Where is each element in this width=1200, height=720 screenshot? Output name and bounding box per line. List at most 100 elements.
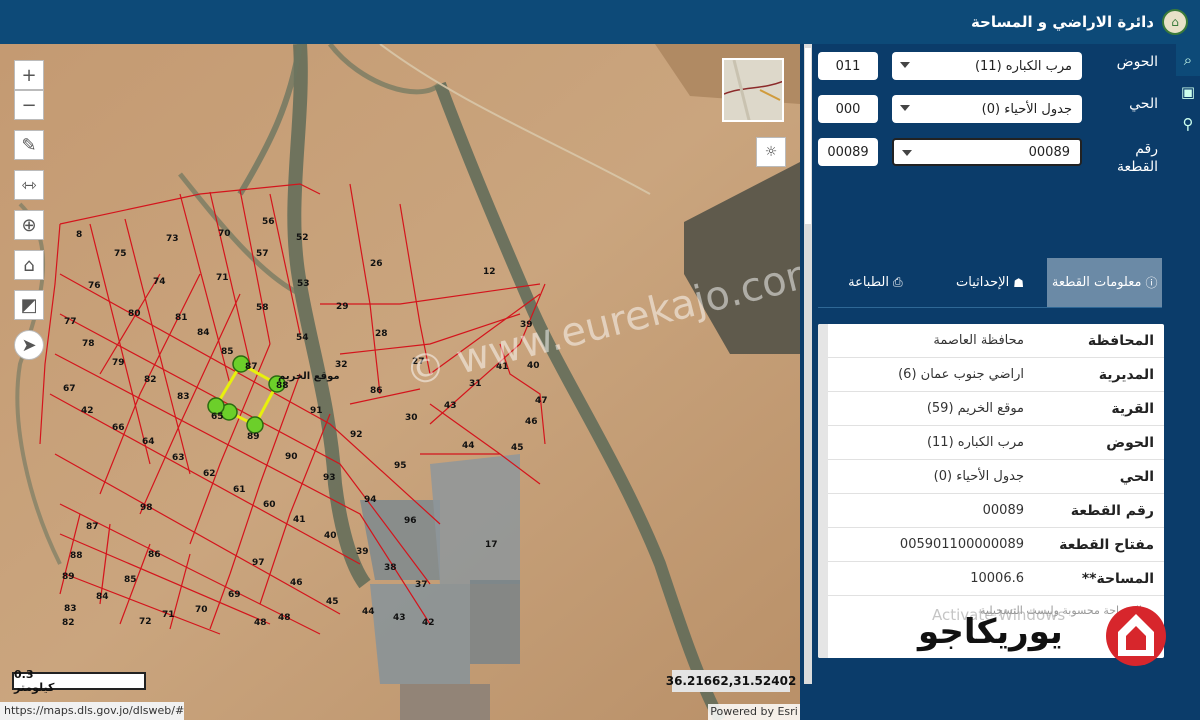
hay-select[interactable]: جدول الأحياء (0) <box>892 95 1082 123</box>
parcel-number-label: 41 <box>293 515 306 525</box>
info-row: المديرية اراضي جنوب عمان (6) <box>828 358 1164 392</box>
solar-block-2 <box>430 454 520 584</box>
info-row: مفتاح القطعة 005901100000089 <box>828 528 1164 562</box>
parcel-number-label: 46 <box>525 417 538 427</box>
info-row: الحوض مرب الكباره (11) <box>828 426 1164 460</box>
hay-code-input[interactable]: 000 <box>818 95 878 123</box>
chevron-down-icon <box>900 62 910 68</box>
zoom-in-button[interactable]: + <box>14 60 44 90</box>
info-key: القرية <box>1111 400 1154 417</box>
parcel-code-input[interactable]: 00089 <box>818 138 878 166</box>
parcel-number-label: 53 <box>297 279 310 289</box>
overview-map[interactable] <box>722 58 784 122</box>
parcel-number-label: 48 <box>278 613 291 623</box>
parcel-number-label: 90 <box>285 452 298 462</box>
parcel-number-label: 71 <box>162 610 175 620</box>
info-key: المديرية <box>1098 366 1154 383</box>
hay-label: الحي <box>1129 96 1158 112</box>
parcel-number-label: 65 <box>211 412 224 422</box>
info-value: 005901100000089 <box>899 537 1024 552</box>
parcel-number-label: 84 <box>96 592 109 602</box>
chevron-down-icon <box>900 105 910 111</box>
parcel-number-label: 89 <box>62 572 75 582</box>
parcel-number-label: 45 <box>326 597 339 607</box>
hawd-code-input[interactable]: 011 <box>818 52 878 80</box>
brand-logo-icon <box>1106 606 1166 666</box>
brightness-icon[interactable]: ☼ <box>756 137 786 167</box>
parcel-number-label: 88 <box>70 551 83 561</box>
parcel-number-label: 60 <box>263 500 276 510</box>
satellite-imagery[interactable]: 8 75 73 70 56 52 26 12 76 74 71 57 53 77 80 81 58 29 39 78 8… <box>0 44 800 720</box>
parcel-label: رقم القطعة <box>1117 141 1158 175</box>
parcel-number-label: 12 <box>483 267 496 277</box>
measure-area-icon[interactable]: ◩ <box>14 290 44 320</box>
info-key: الحوض <box>1106 434 1154 451</box>
parcel-number-label: 32 <box>335 360 348 370</box>
parcel-number-label: 87 <box>245 362 258 372</box>
pencil-icon[interactable]: ✎ <box>14 130 44 160</box>
parcel-number-label: 70 <box>218 229 231 239</box>
parcel-number-label: 95 <box>394 461 407 471</box>
parcel-number-label: 77 <box>64 317 77 327</box>
parcel-number-label: 80 <box>128 309 141 319</box>
parcel-number-label: 54 <box>296 333 309 343</box>
info-tabs: الطباعة ⎙ الإحداثيات ☗ معلومات القطعة ⓘ <box>818 258 1163 308</box>
parcel-number-label: 86 <box>148 550 161 560</box>
parcel-number-label: 85 <box>124 575 137 585</box>
parcel-number-label: 97 <box>252 558 265 568</box>
map-view[interactable]: 8 75 73 70 56 52 26 12 76 74 71 57 53 77 80 81 58 29 39 78 8… <box>0 44 800 720</box>
parcel-select[interactable]: 00089 <box>892 138 1082 166</box>
info-value: مرب الكباره (11) <box>926 435 1024 450</box>
compass-icon[interactable]: ➤ <box>14 330 44 360</box>
info-row: الحي جدول الأحياء (0) <box>828 460 1164 494</box>
info-value: جدول الأحياء (0) <box>933 469 1024 484</box>
info-scrollbar[interactable] <box>818 324 828 658</box>
tab-coordinates[interactable]: الإحداثيات ☗ <box>932 258 1048 308</box>
parcel-select-value: 00089 <box>1028 144 1070 160</box>
attribution: Powered by Esri <box>708 704 800 720</box>
parcel-number-label: 43 <box>444 401 457 411</box>
parcel-number-label: 70 <box>195 605 208 615</box>
parcel-number-label: 47 <box>535 396 548 406</box>
parcel-number-label: 82 <box>144 375 157 385</box>
parcel-number-label: 56 <box>262 217 275 227</box>
parcel-number-label: 75 <box>114 249 127 259</box>
chevron-down-icon <box>902 150 912 156</box>
parcel-number-label: 83 <box>64 604 77 614</box>
parcel-number-label: 88 <box>276 381 289 391</box>
home-icon[interactable]: ⌂ <box>14 250 44 280</box>
info-value: محافظة العاصمة <box>933 333 1024 348</box>
parcel-number-label: 98 <box>140 503 153 513</box>
ruler-icon[interactable]: ⇿ <box>14 170 44 200</box>
panel-scroll-thumb[interactable] <box>805 48 811 224</box>
parcel-number-label: 37 <box>415 580 428 590</box>
info-row: رقم القطعة 00089 <box>828 494 1164 528</box>
tab-parcel-info[interactable]: معلومات القطعة ⓘ <box>1047 258 1163 308</box>
agency-logo-icon: ⌂ <box>1162 9 1188 35</box>
parcel-number-label: 93 <box>323 473 336 483</box>
parcel-number-label: 61 <box>233 485 246 495</box>
hawd-select[interactable]: مرب الكباره (11) <box>892 52 1082 80</box>
scale-bar: 0.3 كيلومتر <box>12 668 146 694</box>
zoom-out-button[interactable]: − <box>14 90 44 120</box>
wallet-icon[interactable]: ▣ <box>1176 76 1200 108</box>
info-value: اراضي جنوب عمان (6) <box>898 367 1024 382</box>
parcel-number-label: 17 <box>485 540 498 550</box>
parcel-number-label: 78 <box>82 339 95 349</box>
parcel-number-label: 67 <box>63 384 76 394</box>
parcel-number-label: 63 <box>172 453 185 463</box>
locate-icon[interactable]: ⊕ <box>14 210 44 240</box>
parcel-number-label: 83 <box>177 392 190 402</box>
coordinates-readout: 36.21662,31.52402 <box>666 670 796 692</box>
solar-block-3 <box>370 584 470 684</box>
parcel-number-label: 58 <box>256 303 269 313</box>
parcel-number-label: 43 <box>393 613 406 623</box>
parcel-number-label: 46 <box>290 578 303 588</box>
tab-print-label: الطباعة <box>848 275 889 290</box>
parcel-number-label: 96 <box>404 516 417 526</box>
parcel-number-label: 40 <box>324 531 337 541</box>
search-icon[interactable]: ⌕ <box>1176 44 1200 76</box>
tab-print[interactable]: الطباعة ⎙ <box>818 258 933 308</box>
parcel-number-label: 72 <box>139 617 152 627</box>
location-pin-icon[interactable]: ⚲ <box>1176 108 1200 140</box>
